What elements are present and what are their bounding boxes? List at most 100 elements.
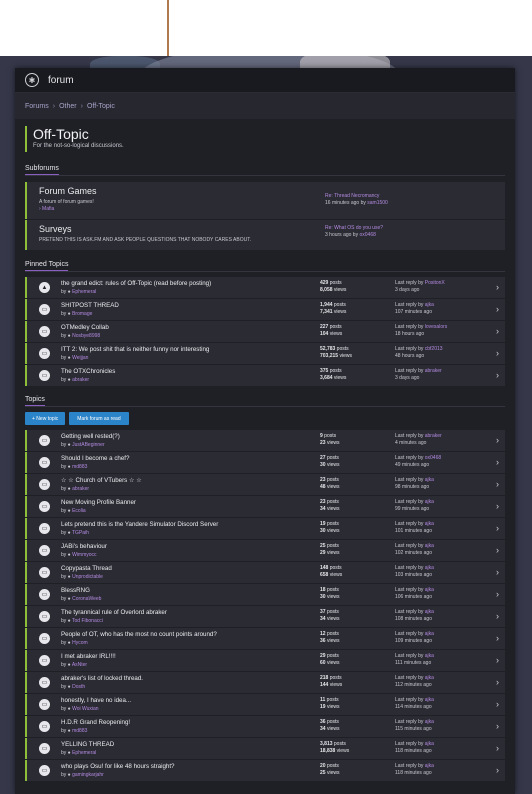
topic-row[interactable]: ▭ Should I become a chef? by ● md883 27 pos… (25, 452, 505, 473)
chevron-right-icon[interactable]: › (496, 589, 499, 599)
topic-title[interactable]: I met abraker IRL!!!! (61, 653, 311, 660)
author-link[interactable]: gamingkarjahr (72, 772, 104, 778)
subforum-forum-games[interactable]: Forum Games A forum of forum games! › Ma… (25, 182, 505, 219)
topic-title[interactable]: OTMedley Collab (61, 324, 311, 331)
author-link[interactable]: md883 (72, 464, 87, 470)
topic-title[interactable]: BlessRNG (61, 587, 311, 594)
author-link[interactable]: Dosth (72, 684, 85, 690)
last-post-title[interactable]: Re: Thread Necromancy (325, 193, 388, 200)
last-reply-user[interactable]: ajka (425, 719, 434, 725)
author-link[interactable]: AsNter (72, 662, 87, 668)
chevron-right-icon[interactable]: › (496, 326, 499, 336)
last-reply-user[interactable]: ajka (425, 653, 434, 659)
topic-row[interactable]: ▭ Lets pretend this is the Yandere Simula… (25, 518, 505, 539)
new-topic-button[interactable]: + New topic (25, 412, 66, 425)
topic-title[interactable]: The tyrannical rule of Overlord abraker (61, 609, 311, 616)
topic-title[interactable]: abraker's list of locked thread. (61, 675, 311, 682)
last-reply-user[interactable]: ajka (425, 543, 434, 549)
author-link[interactable]: Nosbye8998 (72, 333, 100, 339)
last-reply-user[interactable]: PositonX (425, 280, 445, 286)
last-reply-user[interactable]: ajka (425, 763, 434, 769)
author-link[interactable]: Woi Wuxian (72, 706, 99, 712)
author-link[interactable]: TGPaih (72, 530, 89, 536)
last-reply-user[interactable]: cbf2013 (425, 346, 443, 352)
last-reply-user[interactable]: abraker (425, 368, 442, 374)
topic-title[interactable]: honestly, I have no idea... (61, 697, 311, 704)
topic-title[interactable]: the grand edict: rules of Off-Topic (rea… (61, 280, 311, 287)
last-reply-user[interactable]: ox0468 (425, 455, 441, 461)
pinned-topic-row[interactable]: ▭ ITT 2: We post shit that is neither fun… (25, 343, 505, 364)
author-link[interactable]: Ecolia (72, 508, 86, 514)
chevron-right-icon[interactable]: › (496, 457, 499, 467)
mark-read-button[interactable]: Mark forum as read (69, 412, 129, 425)
author-link[interactable]: Hycom (72, 640, 88, 646)
chevron-right-icon[interactable]: › (496, 435, 499, 445)
author-link[interactable]: Weijjan (72, 355, 88, 361)
topic-title[interactable]: Lets pretend this is the Yandere Simulat… (61, 521, 311, 528)
author-link[interactable]: md883 (72, 728, 87, 734)
topic-row[interactable]: ▭ H.D.R Grand Reopening! by ● md883 36 post… (25, 716, 505, 737)
topic-title[interactable]: JABi's behaviour (61, 543, 311, 550)
last-post-title[interactable]: Re: What OS do you use? (325, 225, 383, 232)
author-link[interactable]: abraker (72, 377, 89, 383)
subforum-child-link[interactable]: › Mafia (39, 206, 505, 213)
topic-title[interactable]: YELLING THREAD (61, 741, 311, 748)
topic-row[interactable]: ▭ Copypasta Thread by ● Unprodictable 148 p… (25, 562, 505, 583)
subforum-surveys[interactable]: Surveys PRETEND THIS IS ASK.FM AND ASK P… (25, 220, 505, 250)
topic-title[interactable]: H.D.R Grand Reopening! (61, 719, 311, 726)
last-reply-user[interactable]: abraker (425, 433, 442, 439)
topic-row[interactable]: ▭ The tyrannical rule of Overlord abraker… (25, 606, 505, 627)
chevron-right-icon[interactable]: › (496, 304, 499, 314)
topic-title[interactable]: SHITPOST THREAD (61, 302, 311, 309)
subforum-name[interactable]: Forum Games (39, 186, 505, 197)
topic-title[interactable]: who plays Osu! for like 48 hours straigh… (61, 763, 311, 770)
author-link[interactable]: Ephemeral (72, 750, 96, 756)
topic-title[interactable]: Getting well rested(?) (61, 433, 311, 440)
chevron-right-icon[interactable]: › (496, 633, 499, 643)
logo-icon[interactable]: ✱ (25, 73, 39, 87)
chevron-right-icon[interactable]: › (496, 677, 499, 687)
topic-title[interactable]: ☆ ☆ Church of VTubers ☆ ☆ (61, 477, 311, 484)
chevron-right-icon[interactable]: › (496, 611, 499, 621)
topic-row[interactable]: ▭ ☆ ☆ Church of VTubers ☆ ☆ by ● abraker 23… (25, 474, 505, 495)
author-link[interactable]: JustABeginner (72, 442, 105, 448)
author-link[interactable]: Bromage (72, 311, 92, 317)
topic-title[interactable]: Copypasta Thread (61, 565, 311, 572)
chevron-right-icon[interactable]: › (496, 501, 499, 511)
topic-title[interactable]: People of OT, who has the most no count … (61, 631, 311, 638)
chevron-right-icon[interactable]: › (496, 765, 499, 775)
pinned-topic-row[interactable]: ▲ the grand edict: rules of Off-Topic (re… (25, 277, 505, 298)
topic-title[interactable]: ITT 2: We post shit that is neither funn… (61, 346, 311, 353)
author-link[interactable]: Wimmyocc (72, 552, 96, 558)
chevron-right-icon[interactable]: › (496, 370, 499, 380)
last-post-user[interactable]: ox0468 (359, 232, 375, 238)
topic-row[interactable]: ▭ abraker's list of locked thread. by ● Do… (25, 672, 505, 693)
topic-row[interactable]: ▭ I met abraker IRL!!!! by ● AsNter 29 post… (25, 650, 505, 671)
chevron-right-icon[interactable]: › (496, 655, 499, 665)
last-reply-user[interactable]: ajka (425, 609, 434, 615)
topic-row[interactable]: ▭ YELLING THREAD by ● Ephemeral 3,813 posts… (25, 738, 505, 759)
last-reply-user[interactable]: ajka (425, 302, 434, 308)
last-post-user[interactable]: sam1500 (367, 200, 388, 206)
topic-title[interactable]: Should I become a chef? (61, 455, 311, 462)
topic-row[interactable]: ▭ who plays Osu! for like 48 hours straig… (25, 760, 505, 781)
topic-row[interactable]: ▭ honestly, I have no idea... by ● Woi Wux… (25, 694, 505, 715)
last-reply-user[interactable]: ajka (425, 477, 434, 483)
chevron-right-icon[interactable]: › (496, 743, 499, 753)
chevron-right-icon[interactable]: › (496, 523, 499, 533)
topic-row[interactable]: ▭ New Moving Profile Banner by ● Ecolia 23 … (25, 496, 505, 517)
chevron-right-icon[interactable]: › (496, 699, 499, 709)
last-reply-user[interactable]: ajka (425, 697, 434, 703)
pinned-topic-row[interactable]: ▭ SHITPOST THREAD by ● Bromage 1,944 posts 7… (25, 299, 505, 320)
pinned-topic-row[interactable]: ▭ OTMedley Collab by ● Nosbye8998 227 posts… (25, 321, 505, 342)
author-link[interactable]: Unprodictable (72, 574, 103, 580)
breadcrumb-other[interactable]: Other (59, 103, 77, 110)
last-reply-user[interactable]: ajka (425, 565, 434, 571)
author-link[interactable]: abraker (72, 486, 89, 492)
topic-title[interactable]: The OTXChronicles (61, 368, 311, 375)
last-reply-user[interactable]: lovesalors (425, 324, 448, 330)
breadcrumb-forums[interactable]: Forums (25, 103, 49, 110)
author-link[interactable]: CoronaWeeb (72, 596, 101, 602)
topic-row[interactable]: ▭ BlessRNG by ● CoronaWeeb 18 posts 30 views… (25, 584, 505, 605)
last-reply-user[interactable]: ajka (425, 741, 434, 747)
